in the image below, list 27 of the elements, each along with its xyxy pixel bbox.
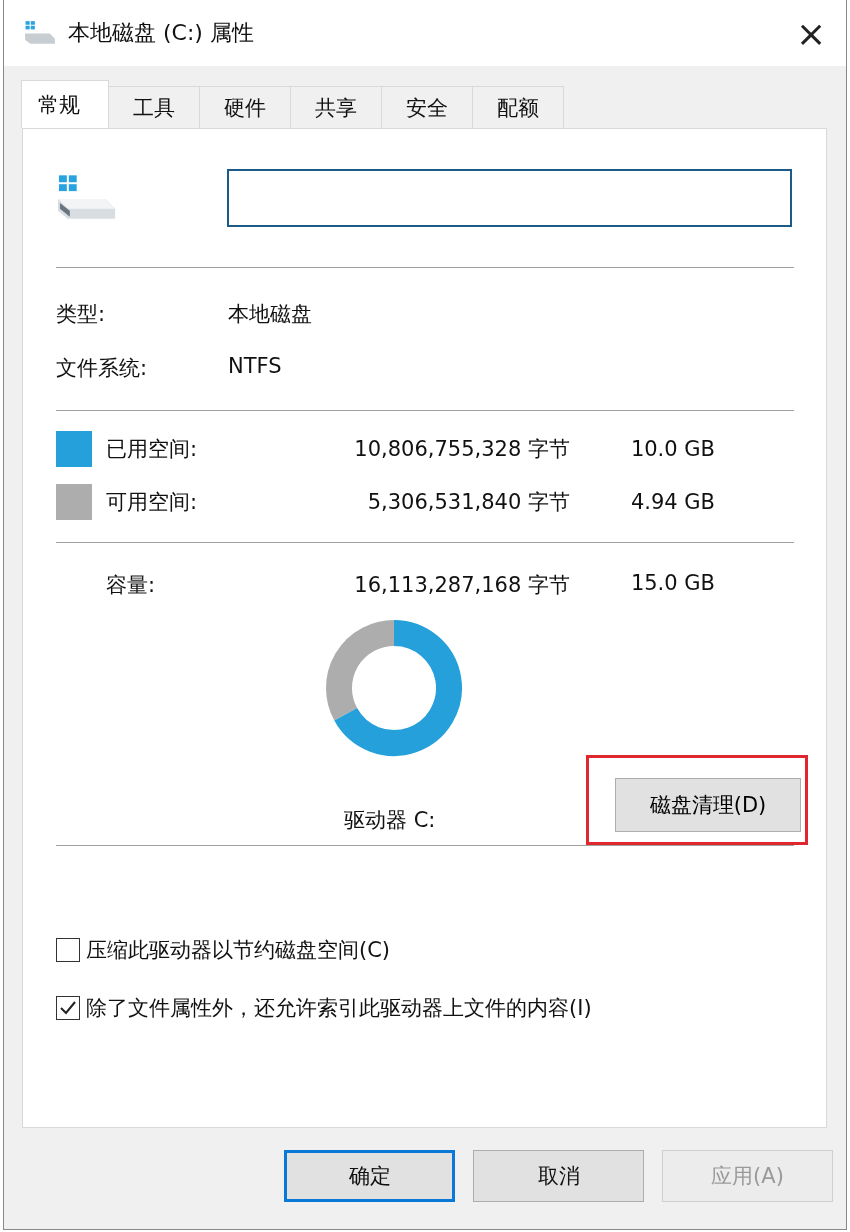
info-label: 文件系统: — [56, 355, 149, 382]
byte-count: 5,306,531,840 字节 — [366, 489, 570, 516]
tab[interactable]: 常规 — [21, 80, 109, 128]
checkbox-label: 压缩此驱动器以节约磁盘空间(C) — [86, 937, 391, 964]
disk-cleanup-button[interactable]: 磁盘清理(D) — [615, 778, 801, 832]
space-label: 可用空间: — [106, 489, 199, 516]
space-label: 已用空间: — [106, 436, 199, 463]
dialog-button[interactable]: 确定 — [284, 1150, 455, 1202]
size-value: 4.94 GB — [629, 490, 715, 514]
dialog-button[interactable]: 取消 — [473, 1150, 644, 1202]
checkbox[interactable] — [56, 938, 80, 962]
window-title: 本地磁盘 (C:) 属性 — [68, 19, 255, 47]
drive-icon — [24, 20, 56, 46]
close-button[interactable]: × — [776, 3, 846, 63]
tab[interactable]: 配额 — [472, 86, 564, 128]
capacity-label: 容量: — [106, 572, 157, 599]
info-label: 类型: — [56, 301, 107, 328]
drive-label: 驱动器 C: — [344, 807, 436, 834]
drive-name-field[interactable] — [227, 169, 792, 227]
byte-count: 16,113,287,168 字节 — [353, 572, 570, 599]
checkbox-label: 除了文件属性外，还允许索引此驱动器上文件的内容(I) — [86, 995, 592, 1022]
byte-count: 10,806,755,328 字节 — [353, 436, 570, 463]
info-value: NTFS — [228, 354, 283, 380]
size-value: 10.0 GB — [629, 437, 715, 461]
info-value: 本地磁盘 — [228, 301, 313, 328]
size-value: 15.0 GB — [629, 571, 715, 597]
checkbox[interactable] — [56, 996, 80, 1020]
